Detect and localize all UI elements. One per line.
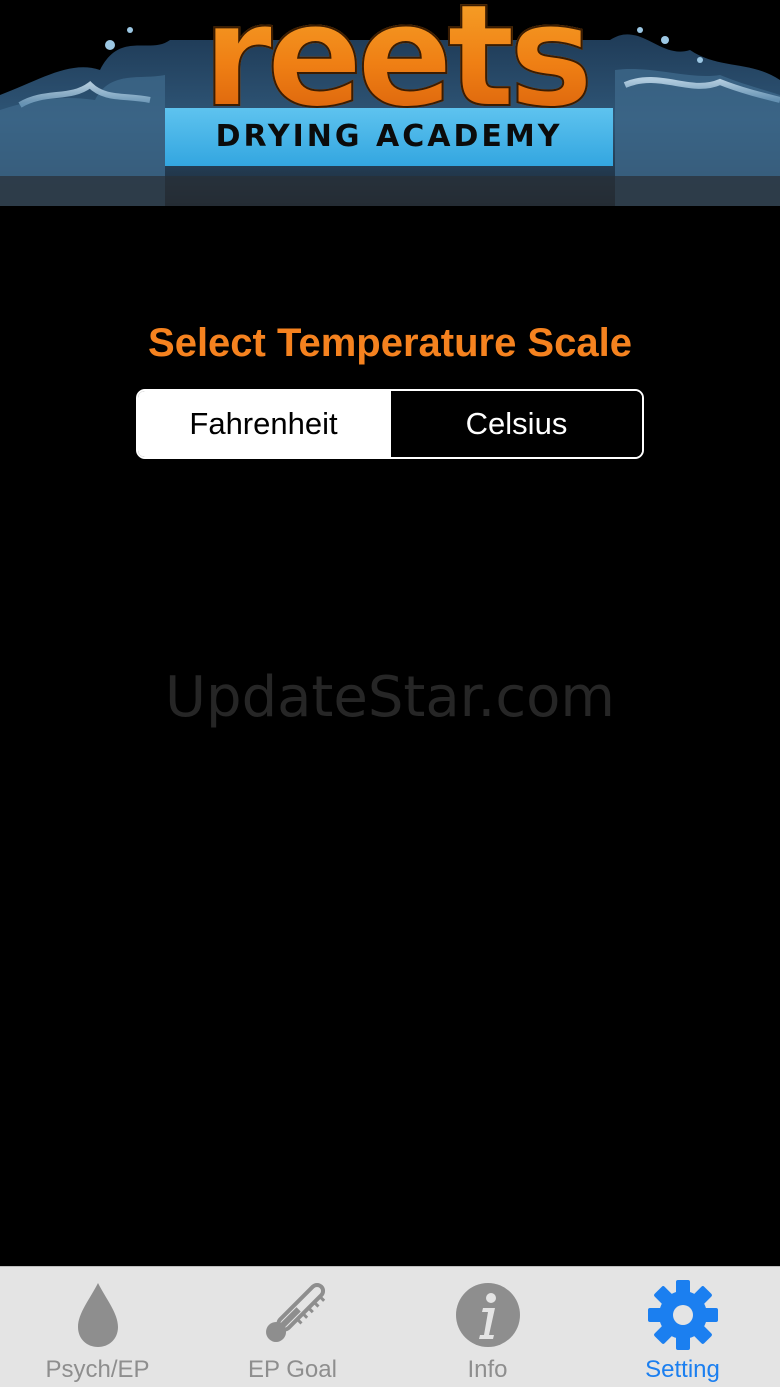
tab-label-ep-goal: EP Goal <box>248 1356 337 1383</box>
temperature-scale-selector: Fahrenheit Celsius <box>136 389 644 459</box>
tab-label-psych-ep: Psych/EP <box>45 1356 150 1383</box>
thermometer-icon <box>265 1282 325 1342</box>
tab-bar: Psych/EP EP Goal Info Setting <box>0 1266 780 1387</box>
tab-label-info: Info <box>467 1356 508 1383</box>
tab-info[interactable]: Info <box>390 1267 585 1387</box>
tab-ep-goal[interactable]: EP Goal <box>195 1267 390 1387</box>
tab-setting[interactable]: Setting <box>585 1267 780 1387</box>
tab-psych-ep[interactable]: Psych/EP <box>0 1267 195 1387</box>
water-drop-icon <box>77 1283 118 1347</box>
info-icon <box>455 1283 520 1347</box>
tab-label-setting: Setting <box>645 1356 720 1383</box>
watermark-text: UpdateStar.com <box>165 665 615 730</box>
logo-tagline-plate: DRYING ACADEMY <box>165 108 613 166</box>
logo-tagline: DRYING ACADEMY <box>215 119 563 154</box>
header-banner: reets DRYING ACADEMY <box>0 0 780 206</box>
segment-celsius[interactable]: Celsius <box>389 391 642 457</box>
gear-icon <box>647 1280 718 1350</box>
temperature-scale-title: Select Temperature Scale <box>148 321 632 365</box>
segment-fahrenheit[interactable]: Fahrenheit <box>138 391 389 457</box>
